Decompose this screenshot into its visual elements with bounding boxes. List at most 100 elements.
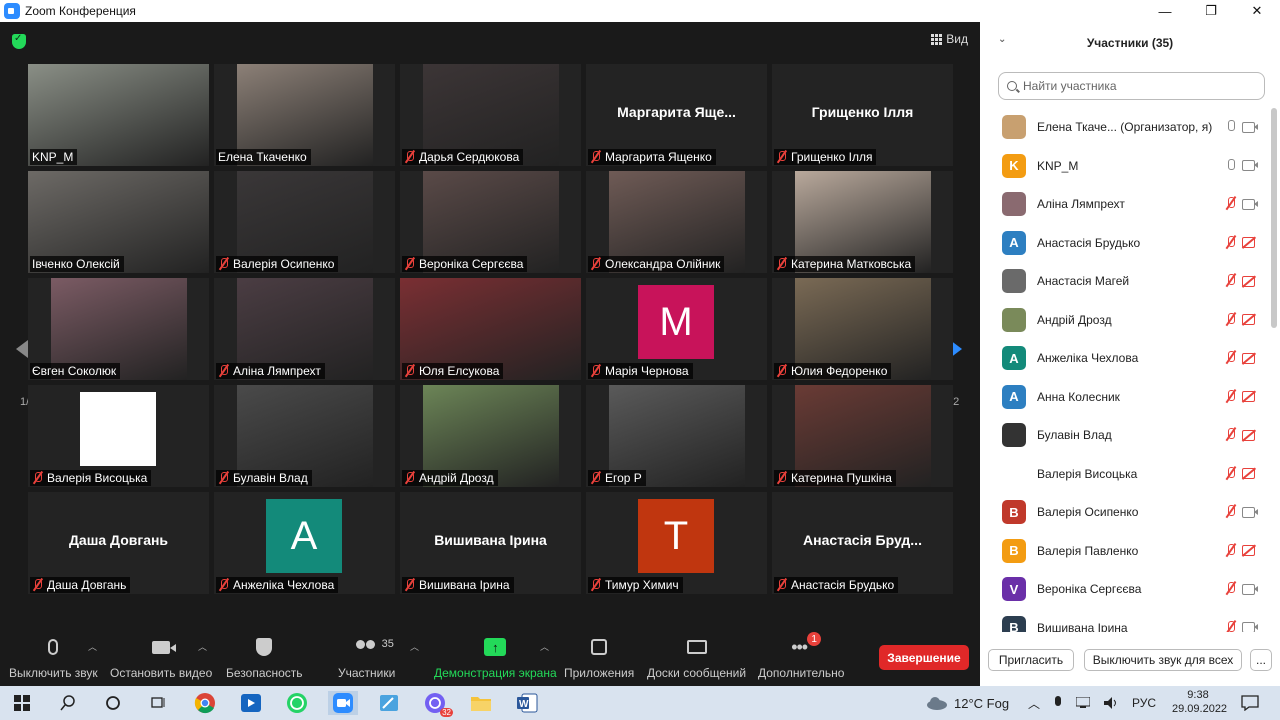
camera-on-icon[interactable] <box>1242 198 1258 210</box>
taskbar-search-icon[interactable] <box>56 691 80 715</box>
chrome-icon[interactable] <box>193 691 217 715</box>
camera-off-icon[interactable] <box>1242 275 1258 287</box>
participant-tile[interactable]: T Тимур Химич <box>586 492 767 594</box>
participant-list-item[interactable]: K KNP_M <box>980 147 1268 185</box>
participant-list-item[interactable]: Андрій Дрозд <box>980 301 1268 339</box>
end-meeting-button[interactable]: Завершение <box>879 645 969 670</box>
windows-start-icon[interactable] <box>10 691 34 715</box>
task-view-icon[interactable] <box>146 691 170 715</box>
participant-tile[interactable]: Анастасія Бруд... Анастасія Брудько <box>772 492 953 594</box>
mic-muted-icon[interactable] <box>1225 389 1237 404</box>
participant-list-item[interactable]: Анастасія Магей <box>980 262 1268 300</box>
cortana-icon[interactable] <box>101 691 125 715</box>
participant-search-input[interactable] <box>1023 79 1253 93</box>
mic-muted-icon[interactable] <box>1225 428 1237 442</box>
participant-list-item[interactable]: B Валерія Осипенко <box>980 493 1268 531</box>
camera-off-icon[interactable] <box>1242 429 1258 441</box>
participant-list-item[interactable]: Валерія Висоцька <box>980 455 1268 493</box>
apps-button[interactable]: Приложения <box>564 636 634 680</box>
camera-off-icon[interactable] <box>1242 391 1258 402</box>
participant-list-item[interactable]: Елена Ткаче... (Организатор, я) <box>980 108 1268 146</box>
camera-off-icon[interactable] <box>1242 314 1258 325</box>
file-explorer-icon[interactable] <box>469 691 493 715</box>
participant-list-item[interactable]: Булавін Влад <box>980 416 1268 454</box>
network-icon[interactable] <box>1076 697 1091 709</box>
participant-tile[interactable]: M Марія Чернова <box>586 278 767 380</box>
participant-list-item[interactable]: B Вишивана Ірина <box>980 609 1268 633</box>
participant-tile[interactable]: Аліна Лямпрехт <box>214 278 395 380</box>
participant-list-item[interactable]: A Анжеліка Чехлова <box>980 339 1268 377</box>
participant-tile[interactable]: Егор Р <box>586 385 767 487</box>
mute-button[interactable]: Выключить звук <box>9 636 98 680</box>
participant-tile[interactable]: Даша Довгань Даша Довгань <box>28 492 209 594</box>
minimize-button[interactable]: — <box>1142 0 1188 22</box>
media-player-icon[interactable] <box>239 691 263 715</box>
collapse-chevron-icon[interactable]: ⌄ <box>998 34 1006 45</box>
tray-mic-icon[interactable] <box>1054 696 1062 710</box>
language-indicator[interactable]: РУС <box>1132 696 1156 710</box>
participant-list-item[interactable]: A Анастасія Брудько <box>980 224 1268 262</box>
mic-muted-icon[interactable] <box>1225 466 1237 481</box>
maximize-button[interactable]: ❐ <box>1188 0 1234 22</box>
camera-on-icon[interactable] <box>1242 583 1258 595</box>
participant-tile[interactable]: Вероніка Сергєєва <box>400 171 581 273</box>
taskbar-clock[interactable]: 9:38 29.09.2022 <box>1172 688 1227 716</box>
participant-tile[interactable]: Вишивана Ірина Вишивана Ірина <box>400 492 581 594</box>
video-options-caret-icon[interactable]: ︿ <box>198 640 207 653</box>
mic-on-icon[interactable] <box>1225 120 1237 134</box>
participant-tile[interactable]: Валерія Висоцька <box>28 385 209 487</box>
mute-all-button[interactable]: Выключить звук для всех <box>1084 649 1242 671</box>
mic-on-icon[interactable] <box>1225 158 1237 173</box>
mic-muted-icon[interactable] <box>1225 505 1237 519</box>
participant-search[interactable] <box>998 72 1265 100</box>
word-icon[interactable]: W <box>515 691 539 715</box>
volume-icon[interactable] <box>1104 696 1118 710</box>
camera-on-icon[interactable] <box>1242 160 1258 171</box>
camera-on-icon[interactable] <box>1242 506 1258 518</box>
mic-muted-icon[interactable] <box>1225 197 1237 211</box>
participant-tile[interactable]: Валерія Осипенко <box>214 171 395 273</box>
mic-muted-icon[interactable] <box>1225 235 1237 250</box>
mic-muted-icon[interactable] <box>1225 582 1237 596</box>
participant-list-item[interactable]: A Анна Колесник <box>980 378 1268 416</box>
mic-muted-icon[interactable] <box>1225 351 1237 365</box>
participant-list-item[interactable]: Аліна Лямпрехт <box>980 185 1268 223</box>
zoom-taskbar-icon[interactable] <box>328 691 358 715</box>
camera-off-icon[interactable] <box>1242 352 1258 364</box>
stop-video-button[interactable]: Остановить видео <box>110 636 212 680</box>
close-button[interactable]: ✕ <box>1234 0 1280 22</box>
participant-list-scrollbar[interactable] <box>1271 108 1277 328</box>
whatsapp-icon[interactable] <box>285 691 309 715</box>
participants-options-caret-icon[interactable]: ︿ <box>410 640 419 653</box>
mic-muted-icon[interactable] <box>1225 620 1237 633</box>
participant-tile[interactable]: KNP_M <box>28 64 209 166</box>
encryption-shield-icon[interactable] <box>12 33 26 49</box>
participant-tile[interactable]: A Анжеліка Чехлова <box>214 492 395 594</box>
share-options-caret-icon[interactable]: ︿ <box>540 640 549 653</box>
more-button[interactable]: ••• 1 Дополнительно <box>758 632 844 680</box>
mic-muted-icon[interactable] <box>1225 312 1237 327</box>
camera-off-icon[interactable] <box>1242 468 1258 479</box>
participant-tile[interactable]: Катерина Пушкіна <box>772 385 953 487</box>
participant-tile[interactable]: Дарья Сердюкова <box>400 64 581 166</box>
participant-tile[interactable]: Євген Соколюк <box>28 278 209 380</box>
whiteboards-button[interactable]: Доски сообщений <box>647 636 746 680</box>
audio-options-caret-icon[interactable]: ︿ <box>88 640 97 653</box>
weather-widget[interactable]: 12°C Fog <box>926 686 1009 720</box>
participants-button[interactable]: 35 Участники <box>338 636 395 680</box>
participant-tile[interactable]: Олександра Олійник <box>586 171 767 273</box>
mic-muted-icon[interactable] <box>1225 543 1237 558</box>
mic-muted-icon[interactable] <box>1225 274 1237 288</box>
share-screen-button[interactable]: ↑ Демонстрация экрана <box>434 636 557 680</box>
participant-tile[interactable]: Маргарита Яще... Маргарита Ященко <box>586 64 767 166</box>
camera-on-icon[interactable] <box>1242 622 1258 632</box>
view-button[interactable]: Вид <box>931 32 968 46</box>
tray-expand-icon[interactable]: ︿ <box>1028 695 1040 712</box>
participant-tile[interactable]: Юля Елсукова <box>400 278 581 380</box>
participant-tile[interactable]: Андрій Дрозд <box>400 385 581 487</box>
participant-tile[interactable]: Грищенко Ілля Грищенко Ілля <box>772 64 953 166</box>
participant-tile[interactable]: Івченко Олексій <box>28 171 209 273</box>
participant-tile[interactable]: Юлия Федоренко <box>772 278 953 380</box>
camera-off-icon[interactable] <box>1242 237 1258 248</box>
notes-app-icon[interactable] <box>377 691 401 715</box>
